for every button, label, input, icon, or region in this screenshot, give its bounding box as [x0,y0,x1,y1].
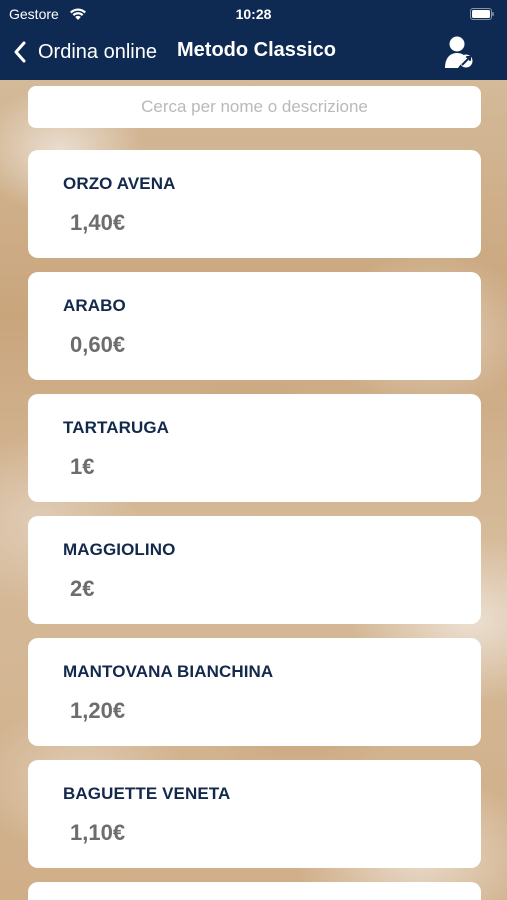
product-name: TARTARUGA [63,418,170,437]
product-card[interactable]: MAGGIOLINO 2€ [28,516,481,624]
product-card-partial[interactable] [28,882,481,900]
page-title: Metodo Classico [177,39,336,61]
product-name: BAGUETTE VENETA [63,784,231,803]
product-card[interactable]: ARABO 0,60€ [28,272,481,380]
user-profile-icon[interactable] [443,34,475,70]
product-name: MANTOVANA BIANCHINA [63,662,274,681]
chevron-left-icon [14,41,26,63]
product-card[interactable]: BAGUETTE VENETA 1,10€ [28,760,481,868]
product-price: 1,40€ [70,210,126,235]
product-name: MAGGIOLINO [63,540,176,559]
product-card[interactable]: TARTARUGA 1€ [28,394,481,502]
product-price: 1€ [70,454,95,479]
product-price: 1,20€ [70,698,126,723]
product-card[interactable]: ORZO AVENA 1,40€ [28,150,481,258]
search-input[interactable] [28,86,481,128]
product-name: ARABO [63,296,126,315]
product-price: 2€ [70,576,95,601]
product-price: 1,10€ [70,820,126,845]
battery-icon [470,8,494,20]
product-card[interactable]: MANTOVANA BIANCHINA 1,20€ [28,638,481,746]
product-price: 0,60€ [70,332,126,357]
clock: 10:28 [235,6,272,22]
back-label: Ordina online [38,40,157,63]
back-button[interactable]: Ordina online [12,36,157,68]
status-bar: Gestore 10:28 [0,0,507,28]
search-bar[interactable] [28,86,481,128]
product-name: ORZO AVENA [63,174,176,193]
navigation-bar: Gestore 10:28 Ordina online Metodo Class… [0,0,507,80]
